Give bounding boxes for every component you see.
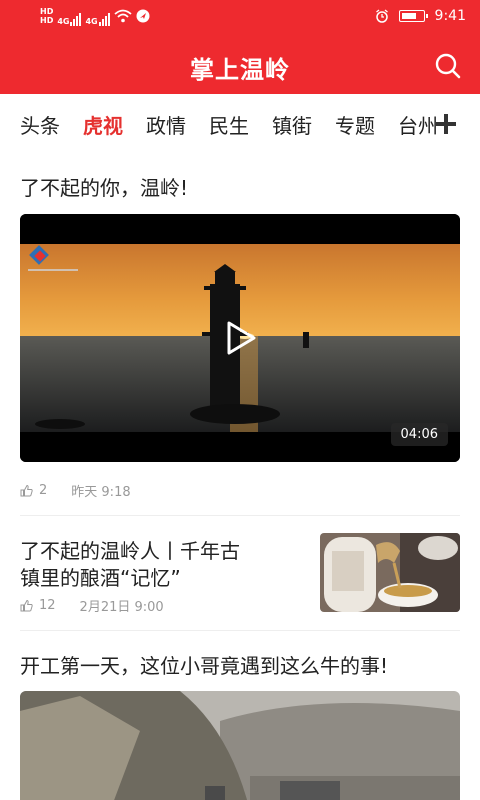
divider: [20, 630, 460, 631]
status-right: 9:41: [375, 8, 466, 24]
video-duration: 04:06: [390, 423, 448, 446]
tab-zhuanti[interactable]: 专题: [335, 110, 375, 139]
article-thumbnail[interactable]: [320, 533, 460, 612]
battery-icon: [398, 10, 428, 22]
status-left: HD HD 4G 4G: [40, 6, 150, 26]
play-icon[interactable]: [224, 320, 258, 356]
publish-time: 2月21日 9:00: [79, 600, 164, 615]
article-title-line2[interactable]: 镇里的酿酒“记忆”: [20, 562, 181, 591]
thumb-up-icon[interactable]: [20, 599, 33, 612]
tab-zhengqing[interactable]: 政情: [146, 110, 186, 139]
clock: 9:41: [434, 8, 466, 24]
app-title: 掌上温岭: [190, 56, 290, 84]
wifi-icon: [114, 9, 132, 23]
channel-tabs: 头条 虎视 政情 民生 镇街 专题 台州: [0, 94, 480, 154]
tab-toutiao[interactable]: 头条: [20, 110, 60, 139]
hd-label-2: HD: [40, 16, 54, 25]
video-player[interactable]: 04:06: [20, 214, 460, 462]
article-title[interactable]: 开工第一天，这位小哥竟遇到这么牛的事!: [20, 650, 388, 679]
signal-icon: 4G: [57, 6, 82, 26]
location-icon: [136, 9, 150, 23]
divider: [20, 515, 460, 516]
article-title[interactable]: 了不起的你，温岭!: [20, 172, 188, 201]
article-image[interactable]: [20, 691, 460, 800]
thumb-up-icon[interactable]: [20, 484, 33, 497]
network-type-1: 4G: [57, 17, 70, 26]
signal-icon-2: 4G: [85, 6, 110, 26]
add-channel-icon[interactable]: [434, 112, 458, 136]
hd-indicator: HD HD: [40, 7, 53, 25]
like-count: 12: [39, 598, 56, 613]
hd-label-1: HD: [40, 7, 54, 16]
tab-taizhou[interactable]: 台州: [398, 110, 438, 139]
article-meta: 2 昨天 9:18: [20, 481, 131, 500]
app-header: HD HD 4G 4G 9:41 掌上温岭: [0, 0, 480, 94]
alarm-icon: [375, 9, 388, 23]
article-meta: 12 2月21日 9:00: [20, 596, 164, 615]
like-count: 2: [39, 483, 48, 498]
network-type-2: 4G: [85, 17, 98, 26]
tab-minsheng[interactable]: 民生: [209, 110, 249, 139]
article-title-line1[interactable]: 了不起的温岭人丨千年古: [20, 535, 240, 564]
publish-time: 昨天 9:18: [71, 485, 131, 500]
search-icon[interactable]: [434, 52, 462, 80]
tab-hushi[interactable]: 虎视: [83, 110, 123, 139]
status-bar: HD HD 4G 4G 9:41: [0, 0, 480, 36]
tab-zhenjie[interactable]: 镇街: [272, 110, 312, 139]
